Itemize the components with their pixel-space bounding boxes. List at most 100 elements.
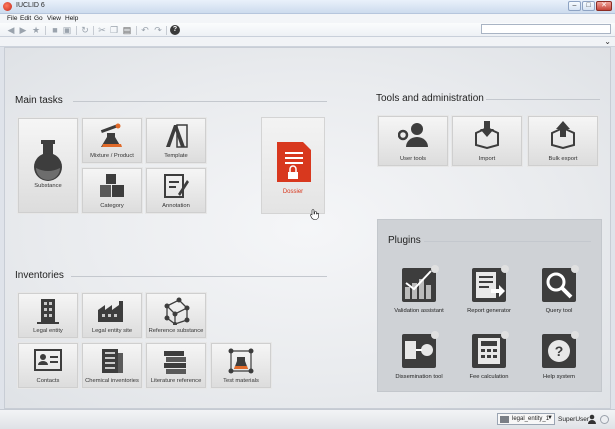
tile-label: Import <box>478 156 496 162</box>
paste-icon[interactable]: ▤ <box>122 25 132 35</box>
maximize-button[interactable]: □ <box>582 1 595 11</box>
app-logo-icon <box>3 2 12 11</box>
window-title: IUCLID 6 <box>16 2 45 9</box>
plugin-dissemination-tool[interactable]: Dissemination tool <box>392 331 446 385</box>
tile-label: Contacts <box>36 378 60 384</box>
divider <box>424 241 591 242</box>
divider <box>73 101 327 102</box>
menu-go[interactable]: Go <box>34 15 43 22</box>
navigation-bar <box>0 37 615 47</box>
category-icon <box>100 174 124 197</box>
template-icon <box>166 124 188 148</box>
menu-bar: File Edit Go View Help <box>0 14 615 23</box>
tile-label: Legal entity site <box>91 328 133 334</box>
tile-test-materials[interactable]: Test materials <box>210 342 272 389</box>
test-materials-icon <box>228 348 254 374</box>
tools-heading: Tools and administration <box>376 93 484 104</box>
bulk-export-icon <box>551 121 575 149</box>
dossier-icon <box>277 142 311 182</box>
mixture-icon <box>100 123 122 147</box>
legal-entity-value: legal_entity_1 <box>512 416 550 422</box>
divider <box>486 99 600 100</box>
tile-label: Annotation <box>162 203 190 209</box>
molecule-icon <box>164 297 190 325</box>
tile-label: Dossier <box>282 189 304 195</box>
plugin-label: Query tool <box>545 308 573 314</box>
menu-edit[interactable]: Edit <box>20 15 31 22</box>
save-all-icon[interactable]: ▣ <box>62 25 72 35</box>
tile-category[interactable]: Category <box>81 167 143 214</box>
tile-annotation[interactable]: Annotation <box>145 167 207 214</box>
contacts-icon <box>34 349 62 371</box>
plugin-label: Help system <box>543 374 575 380</box>
tile-label: Test materials <box>223 378 259 384</box>
inventory-icon <box>102 349 123 373</box>
plugin-report-generator[interactable]: Report generator <box>462 265 516 319</box>
inventories-heading: Inventories <box>15 270 64 281</box>
toolbar-divider <box>76 26 77 35</box>
svg-text:?: ? <box>555 343 564 359</box>
tile-literature-reference[interactable]: Literature reference <box>145 342 207 389</box>
plugin-fee-calculation[interactable]: Fee calculation <box>462 331 516 385</box>
redo-icon[interactable]: ↷ <box>153 25 163 35</box>
tile-user-tools[interactable]: User tools <box>377 115 449 167</box>
calculator-icon <box>472 331 509 368</box>
help-icon[interactable]: ? <box>170 25 180 35</box>
main-tasks-heading: Main tasks <box>15 95 63 106</box>
tile-label: Mixture / Product <box>90 153 134 159</box>
refresh-icon[interactable]: ↻ <box>80 25 90 35</box>
plugin-help-system[interactable]: ? Help system <box>532 331 586 385</box>
search-input[interactable] <box>481 24 611 34</box>
query-icon <box>542 265 579 302</box>
chevron-down-icon[interactable]: ⌄ <box>604 37 611 46</box>
favorite-icon[interactable]: ★ <box>31 25 41 35</box>
plugin-query-tool[interactable]: Query tool <box>532 265 586 319</box>
validation-icon <box>402 265 439 302</box>
tile-legal-entity[interactable]: Legal entity <box>17 292 79 339</box>
copy-icon[interactable]: ❐ <box>109 25 119 35</box>
save-icon[interactable]: ■ <box>50 25 60 35</box>
dashboard: Main tasks Substance Mixture / Product T… <box>4 47 611 409</box>
tile-bulk-export[interactable]: Bulk export <box>527 115 599 167</box>
cut-icon[interactable]: ✂ <box>97 25 107 35</box>
factory-icon <box>98 301 123 322</box>
tile-import[interactable]: Import <box>451 115 523 167</box>
tile-label: User tools <box>399 156 427 162</box>
menu-view[interactable]: View <box>47 15 61 22</box>
tile-contacts[interactable]: Contacts <box>17 342 79 389</box>
tile-mixture-product[interactable]: Mixture / Product <box>81 117 143 164</box>
tile-dossier[interactable]: Dossier <box>261 117 325 220</box>
legal-entity-selector[interactable]: legal_entity_1 ▼ <box>497 413 555 425</box>
tile-template[interactable]: Template <box>145 117 207 164</box>
tile-label: Literature reference <box>150 378 202 384</box>
tile-chemical-inventories[interactable]: Chemical inventories <box>81 342 143 389</box>
import-icon <box>475 121 499 149</box>
menu-file[interactable]: File <box>7 15 17 22</box>
menu-help[interactable]: Help <box>65 15 78 22</box>
tile-label: Template <box>164 153 188 159</box>
connection-status-icon <box>600 415 609 424</box>
toolbar-divider <box>45 26 46 35</box>
tile-legal-entity-site[interactable]: Legal entity site <box>81 292 143 339</box>
tile-label: Chemical inventories <box>85 378 139 384</box>
help-system-icon: ? <box>542 331 579 368</box>
plugin-label: Validation assistant <box>394 308 444 314</box>
current-user: SuperUser <box>558 416 590 423</box>
back-icon[interactable]: ◀ <box>6 25 16 35</box>
tile-label: Bulk export <box>548 156 578 162</box>
tile-substance[interactable]: Substance <box>17 117 79 214</box>
dissemination-icon <box>402 331 439 368</box>
legal-entity-icon <box>500 416 509 423</box>
flask-icon <box>34 140 62 181</box>
close-button[interactable]: ✕ <box>596 1 612 11</box>
minimize-button[interactable]: – <box>568 1 581 11</box>
mouse-cursor-icon <box>310 209 319 220</box>
forward-icon[interactable]: ▶ <box>18 25 28 35</box>
user-icon[interactable] <box>588 414 596 424</box>
books-icon <box>164 351 186 374</box>
dropdown-arrow-icon[interactable]: ▼ <box>547 415 553 421</box>
tile-label: Category <box>100 203 124 209</box>
plugin-validation-assistant[interactable]: Validation assistant <box>392 265 446 319</box>
undo-icon[interactable]: ↶ <box>140 25 150 35</box>
tile-reference-substance[interactable]: Reference substance <box>145 292 207 339</box>
